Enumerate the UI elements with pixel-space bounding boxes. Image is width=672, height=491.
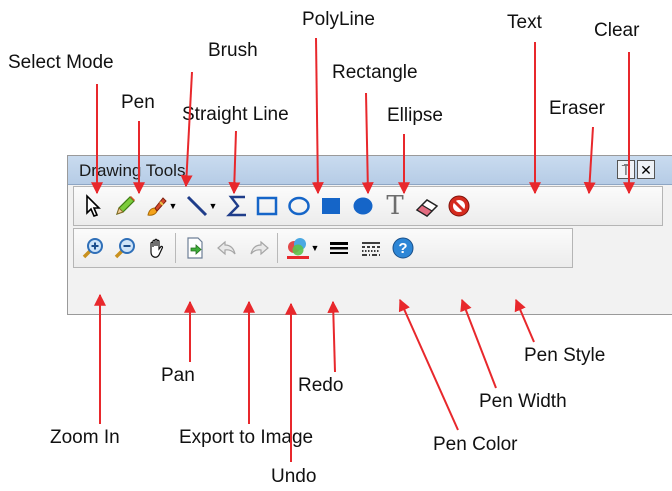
- eraser-button[interactable]: [412, 189, 442, 223]
- callout-pen-color: Pen Color: [433, 434, 518, 455]
- brush-dropdown-icon[interactable]: ▼: [169, 201, 178, 211]
- panel-titlebar[interactable]: Drawing Tools ⍑ ✕: [68, 156, 672, 185]
- hand-icon: [150, 238, 164, 258]
- text-icon: T: [386, 191, 404, 221]
- help-icon: ?: [392, 237, 414, 259]
- undo-button[interactable]: [212, 231, 242, 265]
- toolbar-row-1: ▼ ▼ T: [73, 186, 663, 226]
- ellipse-button[interactable]: [284, 189, 314, 223]
- text-button[interactable]: T: [380, 189, 410, 223]
- redo-icon: [250, 240, 269, 256]
- callout-pen-width: Pen Width: [479, 391, 567, 412]
- callout-export-to-image: Export to Image: [179, 427, 314, 448]
- rectangle-button[interactable]: [252, 189, 282, 223]
- help-glyph: ?: [398, 240, 407, 257]
- filled-ellipse-button[interactable]: [348, 189, 378, 223]
- eraser-icon: [415, 199, 439, 217]
- pen-button[interactable]: [110, 189, 140, 223]
- export-to-image-button[interactable]: [180, 231, 210, 265]
- straight-line-dropdown-icon[interactable]: ▼: [209, 201, 218, 211]
- callout-select-mode: Select Mode: [8, 52, 114, 73]
- pan-button[interactable]: [142, 231, 172, 265]
- zoom-out-button[interactable]: [110, 231, 140, 265]
- pen-color-button[interactable]: ▼: [282, 231, 322, 265]
- export-icon: [187, 237, 203, 259]
- polyline-icon: [226, 195, 246, 217]
- help-button[interactable]: ?: [388, 231, 418, 265]
- filled-ellipse-icon: [353, 197, 373, 215]
- callout-undo: Undo: [271, 466, 317, 487]
- row2-separator-1: [175, 233, 176, 263]
- pen-width-icon: [330, 242, 348, 254]
- clear-button[interactable]: [444, 189, 474, 223]
- paintbrush-icon: [146, 197, 167, 216]
- panel-title: Drawing Tools: [79, 161, 186, 180]
- callout-zoom-in: Zoom In: [50, 427, 120, 448]
- drawing-tools-panel: Drawing Tools ⍑ ✕ ▼ ▼ T ▼ ?: [67, 155, 672, 315]
- color-palette-icon: [286, 238, 309, 259]
- pin-button[interactable]: ⍑: [617, 160, 635, 179]
- callout-polyline: PolyLine: [302, 9, 375, 30]
- pencil-icon: [116, 196, 135, 215]
- callout-redo: Redo: [298, 375, 344, 396]
- toolbar-row-2: ▼ ?: [73, 228, 573, 268]
- zoom-in-icon: [82, 238, 103, 259]
- undo-icon: [217, 240, 236, 256]
- callout-brush: Brush: [208, 40, 258, 61]
- polyline-button[interactable]: [222, 189, 252, 223]
- callout-straight-line: Straight Line: [182, 104, 289, 125]
- callout-ellipse: Ellipse: [387, 105, 443, 126]
- close-button[interactable]: ✕: [637, 160, 655, 179]
- cursor-arrow-icon: [86, 194, 101, 217]
- ellipse-outline-icon: [288, 196, 310, 216]
- filled-rectangle-button[interactable]: [316, 189, 346, 223]
- callout-eraser: Eraser: [549, 98, 605, 119]
- callout-clear: Clear: [594, 20, 640, 41]
- callout-pen-style: Pen Style: [524, 345, 606, 366]
- callout-pan: Pan: [161, 365, 195, 386]
- redo-button[interactable]: [244, 231, 274, 265]
- pen-style-icon: [362, 242, 380, 256]
- pen-width-button[interactable]: [324, 231, 354, 265]
- straight-line-button[interactable]: ▼: [182, 189, 220, 223]
- rectangle-outline-icon: [256, 196, 278, 216]
- pen-color-dropdown-icon[interactable]: ▼: [311, 243, 320, 253]
- zoom-out-icon: [114, 238, 135, 259]
- filled-rectangle-icon: [322, 198, 340, 214]
- straight-line-icon: [186, 195, 207, 217]
- callout-text: Text: [507, 12, 542, 33]
- row2-separator-2: [277, 233, 278, 263]
- zoom-in-button[interactable]: [78, 231, 108, 265]
- pen-style-button[interactable]: [356, 231, 386, 265]
- brush-button[interactable]: ▼: [142, 189, 180, 223]
- clear-icon: [448, 195, 470, 217]
- select-mode-button[interactable]: [78, 189, 108, 223]
- callout-rectangle: Rectangle: [332, 62, 418, 83]
- callout-pen: Pen: [121, 92, 155, 113]
